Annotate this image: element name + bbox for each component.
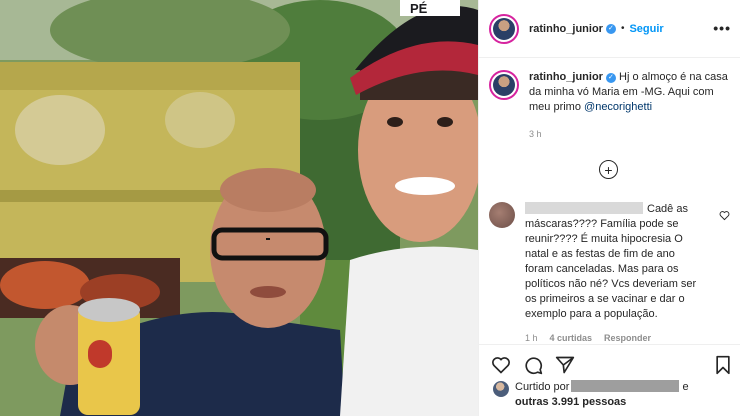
post-photo[interactable]: PÉ: [0, 0, 478, 416]
post-modal: PÉ ratinho_junior ✓ • Seguir ••• ratinho…: [0, 0, 740, 416]
comment-text: Cadê as máscaras???? Família pode se reu…: [525, 203, 697, 320]
redacted-liker-name: [571, 380, 680, 392]
cap-text: PÉ: [410, 1, 428, 16]
liker-avatar[interactable]: [493, 381, 509, 397]
follow-button[interactable]: Seguir: [629, 23, 663, 35]
comment-heart-icon[interactable]: [719, 210, 730, 221]
share-icon[interactable]: [555, 355, 575, 375]
author-username[interactable]: ratinho_junior: [529, 23, 603, 35]
liked-by-text: Curtido por e outras 3.991 pessoas: [515, 380, 689, 410]
verified-badge-icon: ✓: [605, 73, 616, 83]
post-side-panel: ratinho_junior ✓ • Seguir ••• ratinho_ju…: [478, 0, 740, 416]
liked-by-suffix: e: [682, 381, 689, 393]
more-dots-icon[interactable]: •••: [713, 20, 731, 36]
caption-username[interactable]: ratinho_junior: [529, 71, 603, 83]
header-separator: •: [620, 23, 625, 34]
commenter-avatar[interactable]: [489, 202, 515, 228]
caption-mention-link[interactable]: @necorighetti: [584, 101, 652, 113]
post-header: ratinho_junior ✓ • Seguir •••: [479, 0, 740, 58]
liked-by-prefix: Curtido por: [515, 381, 570, 393]
verified-badge-icon: ✓: [605, 23, 616, 34]
caption-body: ratinho_junior ✓ Hj o almoço é na casa da…: [529, 70, 729, 142]
comment-icon[interactable]: [523, 355, 543, 375]
author-avatar[interactable]: [489, 13, 519, 44]
caption-avatar[interactable]: [489, 70, 519, 100]
comment-item: Cadê as máscaras???? Família pode se reu…: [489, 202, 734, 346]
liked-by-row: Curtido por e outras 3.991 pessoas: [493, 380, 689, 410]
avatar-image: [493, 74, 515, 96]
liked-by-others-link[interactable]: outras 3.991 pessoas: [515, 396, 626, 408]
avatar-image: [493, 17, 515, 40]
heart-icon[interactable]: [491, 355, 511, 375]
comment-body: Cadê as máscaras???? Família pode se reu…: [525, 202, 705, 346]
plus-circle-icon[interactable]: +: [599, 160, 618, 179]
selfie-photo-illustration: PÉ: [0, 0, 478, 416]
post-caption: ratinho_junior ✓ Hj o almoço é na casa da…: [489, 70, 734, 142]
caption-timestamp[interactable]: 3 h: [529, 127, 729, 142]
bookmark-icon[interactable]: [713, 355, 733, 375]
redacted-commenter-name: [525, 202, 643, 214]
